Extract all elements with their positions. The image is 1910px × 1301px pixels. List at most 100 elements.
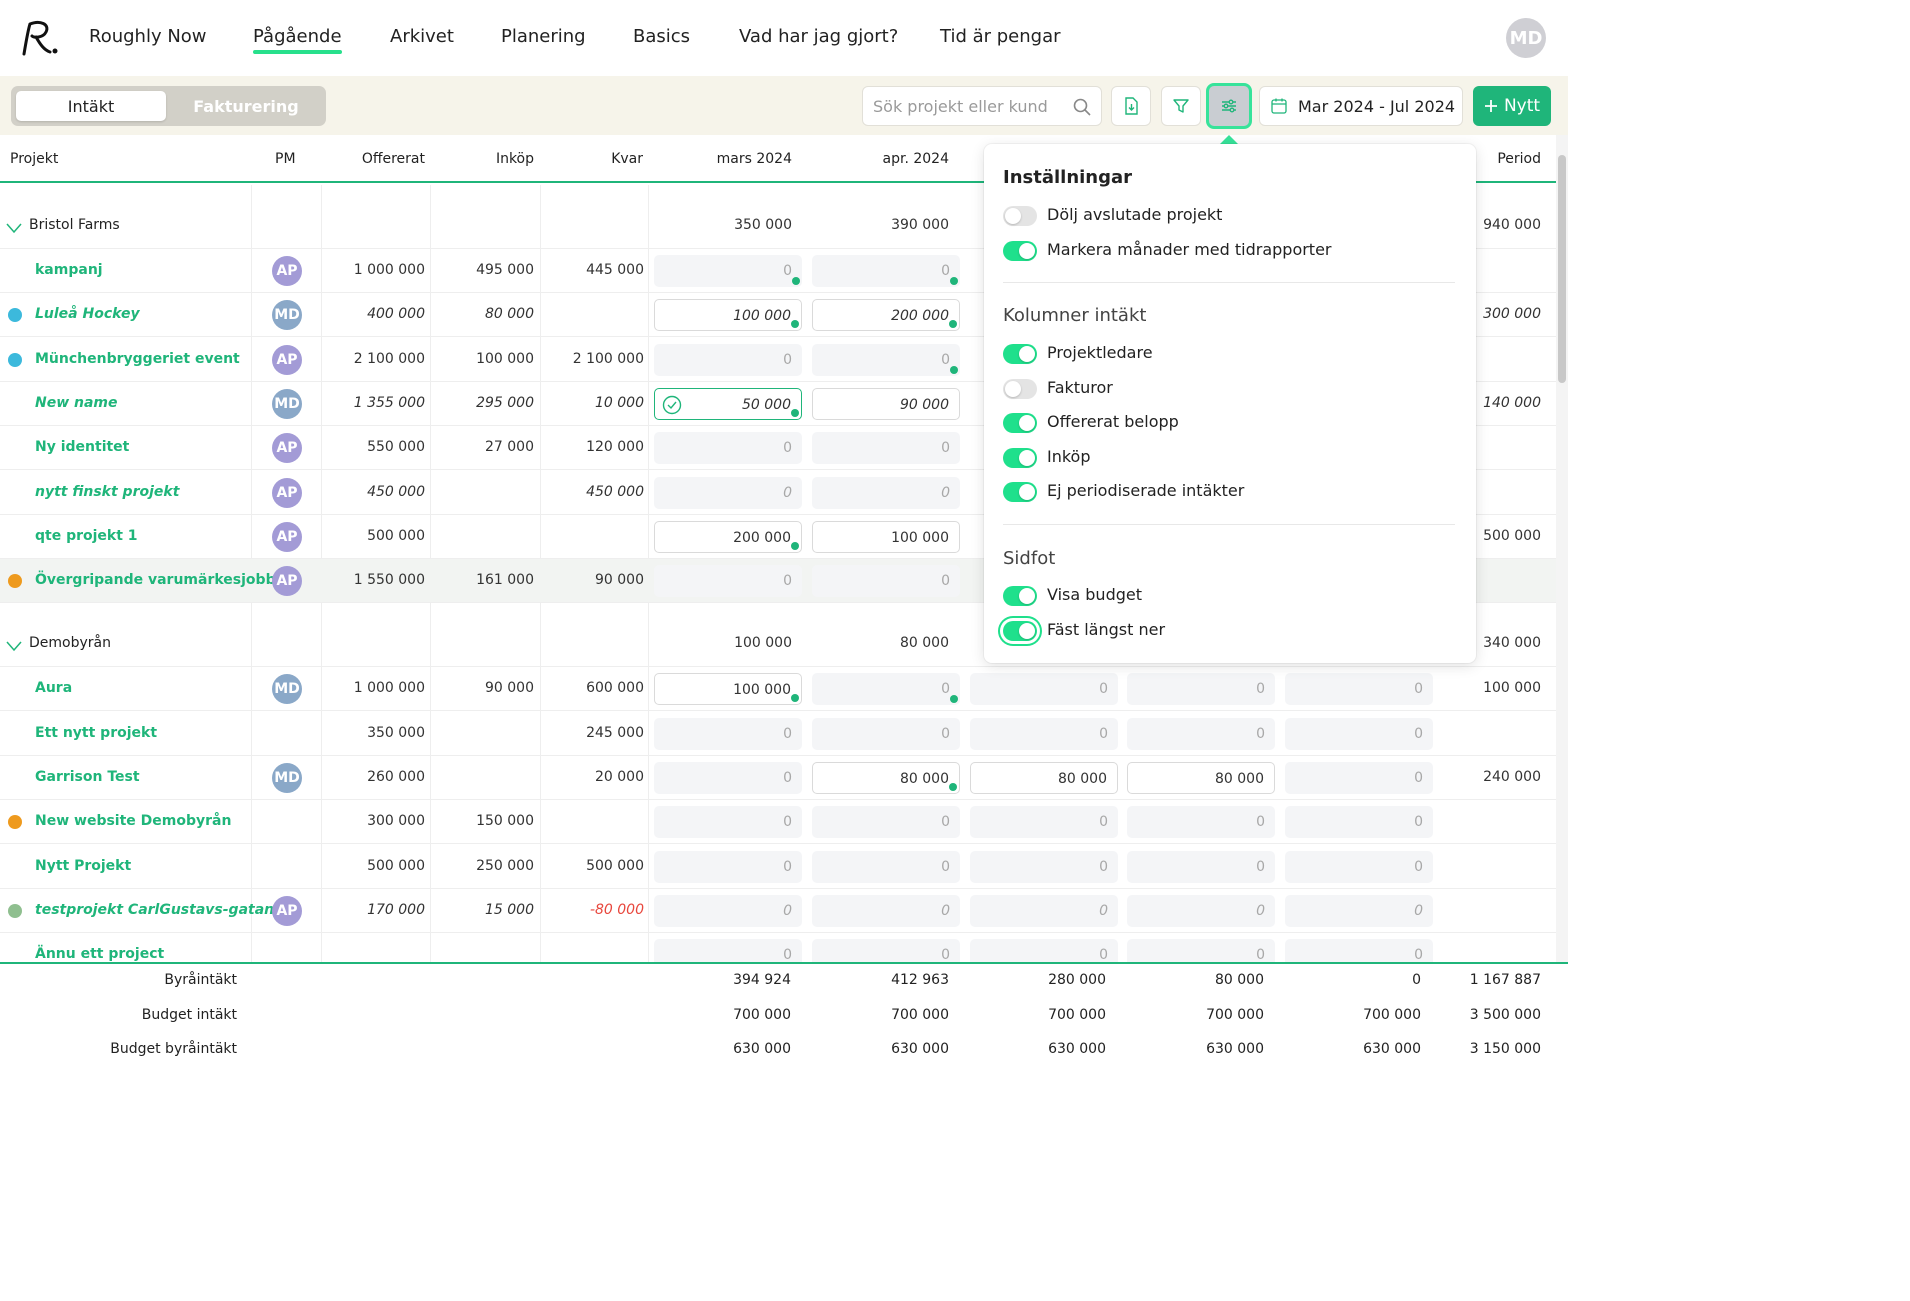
table-row[interactable]: testprojekt CarlGustavs-gatan AP 170 000 15… — [0, 889, 1556, 933]
month-input[interactable]: 0 — [1285, 850, 1433, 883]
toggle-label[interactable]: Inköp — [1047, 447, 1091, 466]
toggle-switch[interactable] — [1003, 240, 1037, 261]
month-input[interactable]: 0 — [970, 850, 1118, 883]
month-input[interactable]: 0 — [654, 432, 802, 465]
month-input[interactable]: 80 000 — [970, 762, 1118, 794]
new-button[interactable]: Nytt — [1473, 86, 1551, 126]
pm-avatar[interactable]: MD — [272, 674, 302, 705]
month-input[interactable]: 100 000 — [654, 673, 802, 706]
month-input[interactable]: 0 — [812, 255, 960, 287]
month-input[interactable]: 50 000 — [654, 387, 802, 420]
month-input[interactable]: 0 — [970, 806, 1118, 839]
month-input[interactable]: 0 — [812, 343, 960, 376]
toggle-label[interactable]: Fäst längst ner — [1047, 620, 1165, 639]
project-name[interactable]: Garrison Test — [35, 769, 140, 785]
project-name[interactable]: Aura — [35, 680, 72, 696]
month-input[interactable]: 0 — [1127, 939, 1275, 962]
month-input[interactable]: 0 — [1285, 806, 1433, 839]
pm-avatar[interactable]: MD — [272, 388, 302, 419]
pm-avatar[interactable]: AP — [272, 566, 302, 597]
month-input[interactable]: 0 — [654, 939, 802, 962]
check-circle-icon[interactable] — [662, 395, 682, 415]
project-name[interactable]: kampanj — [35, 262, 103, 278]
table-row[interactable]: Nytt Projekt 500 000 250 000 500 000 0 0 0 0 0 — [0, 845, 1556, 889]
month-input[interactable]: 0 — [1127, 850, 1275, 883]
month-input[interactable]: 0 — [812, 565, 960, 598]
month-input[interactable]: 0 — [970, 673, 1118, 706]
col-period[interactable]: Period — [1497, 151, 1541, 167]
toggle-switch[interactable] — [1003, 344, 1037, 364]
month-input[interactable]: 0 — [812, 432, 960, 465]
month-input[interactable]: 100 000 — [812, 520, 960, 553]
month-input[interactable]: 200 000 — [654, 520, 802, 553]
pm-avatar[interactable]: MD — [272, 763, 302, 793]
toggle-switch[interactable] — [1003, 447, 1037, 468]
month-input[interactable]: 0 — [654, 343, 802, 376]
month-input[interactable]: 0 — [654, 717, 802, 750]
table-row[interactable]: Ett nytt projekt 350 000 245 000 0 0 0 0 0 — [0, 712, 1556, 756]
toggle-switch[interactable] — [1003, 586, 1037, 606]
month-input[interactable]: 0 — [1127, 673, 1275, 706]
project-name[interactable]: Ny identitet — [35, 439, 129, 455]
month-input[interactable]: 0 — [812, 939, 960, 962]
scrollbar[interactable] — [1556, 135, 1568, 1069]
month-input[interactable]: 0 — [812, 717, 960, 750]
month-input[interactable]: 0 — [654, 806, 802, 839]
month-input[interactable]: 0 — [1285, 894, 1433, 927]
pm-avatar[interactable]: AP — [272, 521, 302, 552]
month-input[interactable]: 80 000 — [1127, 762, 1275, 794]
month-input[interactable]: 0 — [1127, 806, 1275, 839]
month-input[interactable]: 0 — [1127, 894, 1275, 927]
table-row[interactable]: Garrison Test MD 260 000 20 000 0 80 000 80 00… — [0, 756, 1556, 800]
col-project[interactable]: Projekt — [10, 151, 58, 167]
month-input[interactable]: 0 — [1285, 673, 1433, 706]
pm-avatar[interactable]: MD — [272, 300, 302, 331]
nav-planering[interactable]: Planering — [501, 26, 586, 47]
project-name[interactable]: testprojekt CarlGustavs-gatan — [35, 902, 274, 918]
month-input[interactable]: 0 — [654, 476, 802, 509]
month-input[interactable]: 0 — [654, 762, 802, 794]
month-input[interactable]: 0 — [812, 806, 960, 839]
col-month-1[interactable]: mars 2024 — [717, 151, 792, 167]
toggle-label[interactable]: Offererat belopp — [1047, 412, 1179, 431]
month-input[interactable]: 0 — [654, 565, 802, 598]
chevron-down-icon[interactable] — [6, 219, 22, 238]
search-input[interactable] — [873, 95, 1063, 117]
col-month-2[interactable]: apr. 2024 — [883, 151, 949, 167]
toggle-label[interactable]: Visa budget — [1047, 585, 1142, 604]
nav-tid-ar-pengar[interactable]: Tid är pengar — [940, 26, 1061, 47]
month-input[interactable]: 200 000 — [812, 299, 960, 332]
col-offered[interactable]: Offererat — [362, 151, 425, 167]
month-input[interactable]: 0 — [654, 850, 802, 883]
nav-roughly-now[interactable]: Roughly Now — [89, 26, 207, 47]
month-input[interactable]: 0 — [812, 850, 960, 883]
settings-button[interactable] — [1206, 83, 1252, 129]
month-input[interactable]: 0 — [1127, 717, 1275, 750]
month-input[interactable]: 90 000 — [812, 387, 960, 420]
project-name[interactable]: Ännu ett project — [35, 946, 164, 962]
month-input[interactable]: 0 — [654, 255, 802, 287]
col-pm[interactable]: PM — [275, 151, 296, 167]
toggle-switch[interactable] — [1003, 206, 1037, 226]
month-input[interactable]: 0 — [812, 894, 960, 927]
month-input[interactable]: 0 — [970, 717, 1118, 750]
tab-income[interactable]: Intäkt — [16, 91, 166, 121]
toggle-label[interactable]: Projektledare — [1047, 343, 1153, 362]
scroll-thumb[interactable] — [1558, 155, 1566, 383]
month-input[interactable]: 0 — [1285, 939, 1433, 962]
month-input[interactable]: 0 — [970, 939, 1118, 962]
month-input[interactable]: 0 — [654, 894, 802, 927]
toggle-switch[interactable] — [1003, 413, 1037, 433]
project-name[interactable]: nytt finskt projekt — [35, 484, 179, 500]
nav-vad-har-jag-gjort[interactable]: Vad har jag gjort? — [739, 26, 898, 47]
pm-avatar[interactable]: AP — [272, 895, 302, 926]
date-range-picker[interactable]: Mar 2024 - Jul 2024 — [1259, 86, 1463, 126]
toggle-switch[interactable] — [1003, 620, 1037, 641]
month-input[interactable]: 0 — [970, 894, 1118, 927]
project-name[interactable]: New website Demobyrån — [35, 813, 231, 829]
pm-avatar[interactable]: AP — [272, 256, 302, 286]
project-name[interactable]: Nytt Projekt — [35, 858, 131, 874]
nav-arkivet[interactable]: Arkivet — [390, 26, 454, 47]
logo-icon[interactable] — [18, 18, 60, 58]
table-row[interactable]: Aura MD 1 000 000 90 000 600 000 100 000 0 0 0 0 1… — [0, 667, 1556, 712]
